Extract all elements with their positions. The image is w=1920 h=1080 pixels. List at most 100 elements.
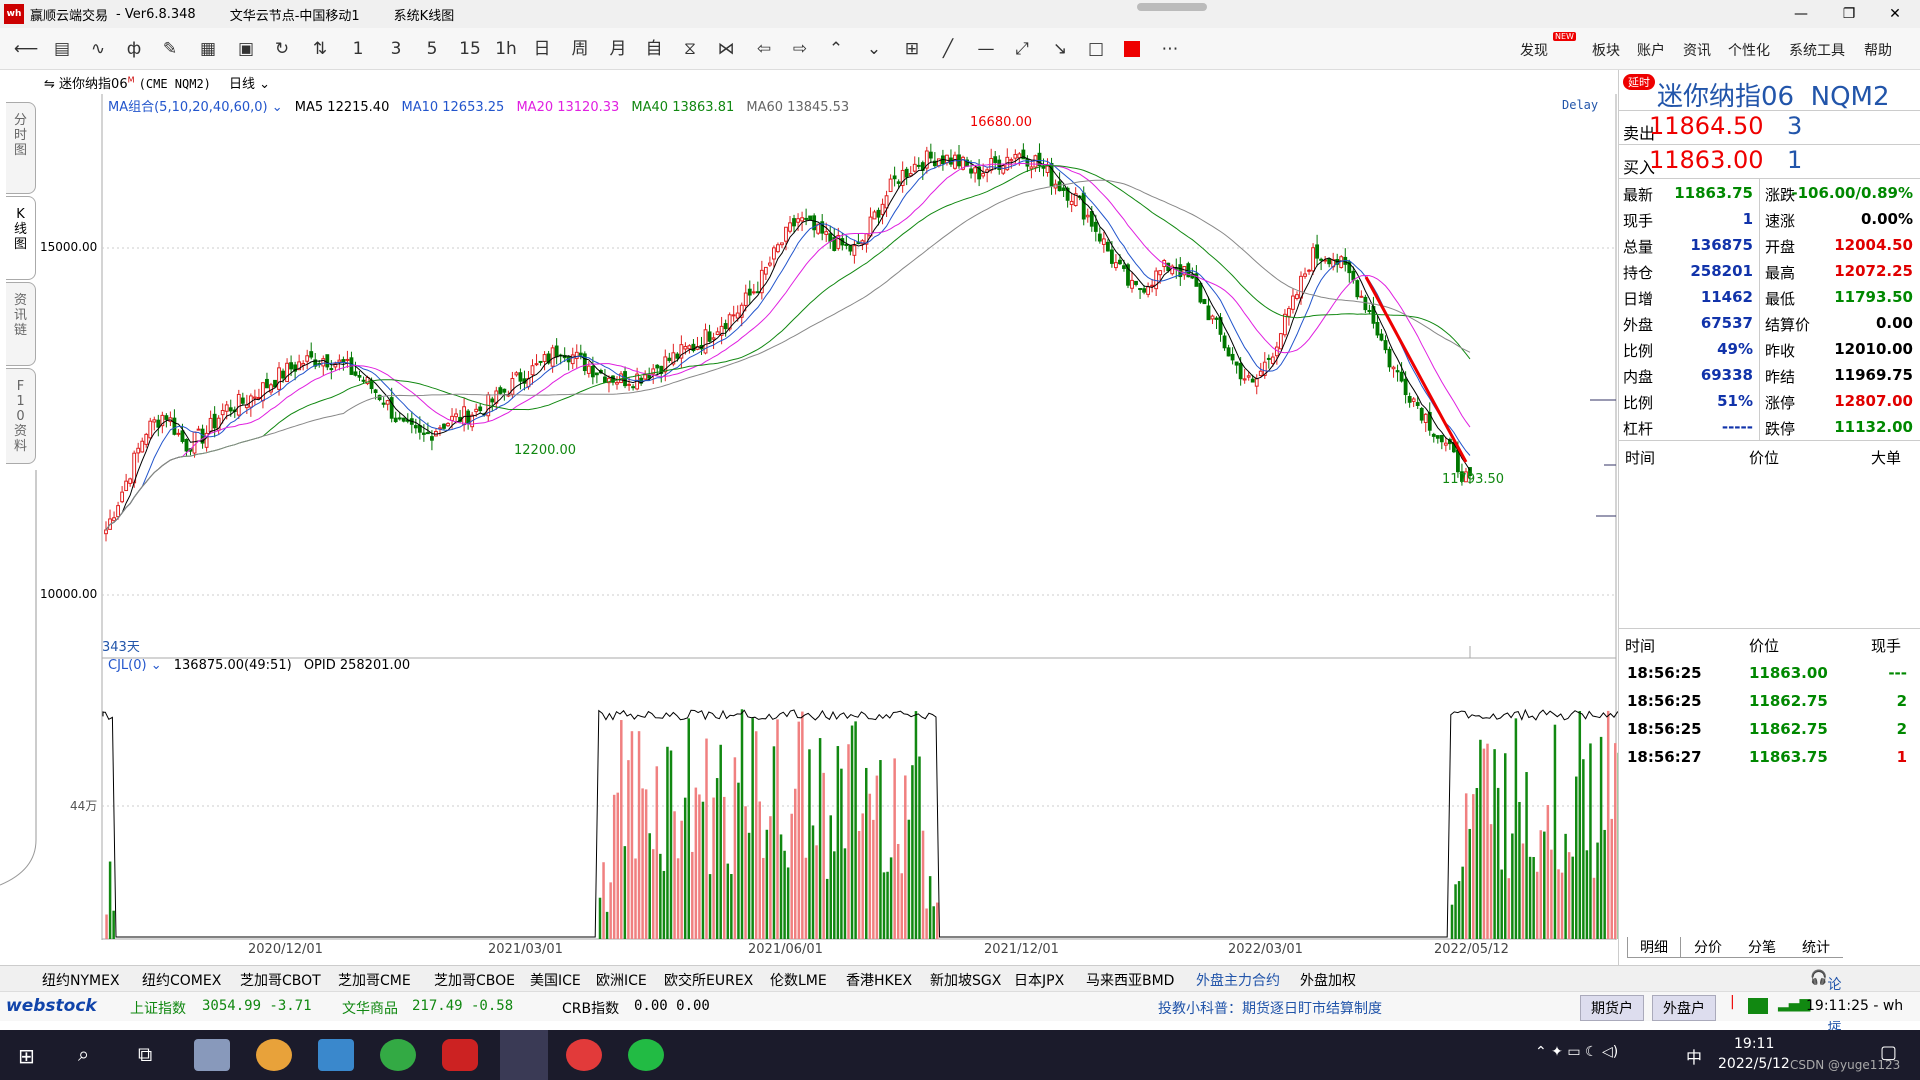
layout-icon[interactable]: ⊞: [898, 36, 926, 62]
exchange-tab[interactable]: 芝加哥CBOT: [240, 970, 321, 990]
arrow-right-icon[interactable]: ⇨: [786, 36, 814, 62]
exchange-tab[interactable]: 欧交所EUREX: [664, 970, 753, 990]
exchange-tab[interactable]: 新加坡SGX: [930, 970, 1001, 990]
arrow-left-icon[interactable]: ⇦: [750, 36, 778, 62]
exchange-tab[interactable]: 欧洲ICE: [596, 970, 647, 990]
kline-icon[interactable]: ф: [120, 36, 148, 62]
menu-account[interactable]: 账户: [1637, 40, 1665, 60]
futures-account-button[interactable]: 期货户: [1580, 995, 1644, 1021]
trend-line[interactable]: [1364, 276, 1468, 463]
period-3[interactable]: 3: [382, 36, 410, 62]
zoom-in-icon[interactable]: ⧖: [676, 36, 704, 62]
close-button[interactable]: ✕: [1872, 0, 1918, 28]
save-icon[interactable]: ▣: [232, 36, 260, 62]
app-icon-red[interactable]: [442, 1039, 478, 1071]
taskbar-time[interactable]: 19:11: [1734, 1036, 1774, 1052]
exchange-tab[interactable]: 外盘加权: [1300, 970, 1356, 990]
tray-icons[interactable]: ⌃ ✦ ▭ ☾ ◁): [1535, 1044, 1618, 1060]
chrome-icon[interactable]: [256, 1039, 292, 1071]
menu-discover[interactable]: 发现: [1520, 40, 1548, 60]
menu-help[interactable]: 帮助: [1864, 40, 1892, 60]
candle-body: [1423, 413, 1428, 423]
explorer-icon[interactable]: [318, 1039, 354, 1071]
segment-icon[interactable]: ⤢: [1008, 36, 1036, 62]
buy-price[interactable]: 11863.00: [1649, 146, 1764, 174]
app-icon-chart[interactable]: [566, 1039, 602, 1071]
exchange-tab[interactable]: 芝加哥CME: [338, 970, 411, 990]
app-icon-green[interactable]: [380, 1039, 416, 1071]
tick-row[interactable]: 18:56:25 11862.75 2: [1619, 716, 1920, 744]
search-icon[interactable]: ⌕: [78, 1042, 89, 1066]
notification-icon[interactable]: ▢: [1880, 1042, 1897, 1063]
quote-row-label: 昨收: [1765, 342, 1796, 360]
exchange-tab[interactable]: 美国ICE: [530, 970, 581, 990]
wh6-active-app[interactable]: [500, 1030, 548, 1080]
tip-text[interactable]: 投教小科普：期货逐日盯市结算制度: [1158, 998, 1382, 1018]
calc-icon[interactable]: ▦: [194, 36, 222, 62]
menu-sector[interactable]: 板块: [1592, 40, 1620, 60]
period-15[interactable]: 15: [456, 36, 484, 62]
period-day[interactable]: 日: [528, 36, 556, 62]
exchange-tab[interactable]: 芝加哥CBOE: [434, 970, 515, 990]
candle-body: [1351, 270, 1356, 281]
arrow-down-icon[interactable]: ⌄: [860, 36, 888, 62]
period-1h[interactable]: 1h: [492, 36, 520, 62]
candle-body: [1242, 378, 1247, 381]
arrow-up-icon[interactable]: ⌃: [822, 36, 850, 62]
exchange-tab[interactable]: 香港HKEX: [846, 970, 912, 990]
menu-news[interactable]: 资讯: [1683, 40, 1711, 60]
foreign-account-button[interactable]: 外盘户: [1652, 995, 1716, 1021]
compare-icon[interactable]: ⇅: [306, 36, 334, 62]
exchange-tab[interactable]: 外盘主力合约: [1196, 970, 1280, 990]
menu-tools[interactable]: 系统工具: [1789, 40, 1845, 60]
tick-row[interactable]: 18:56:27 11863.75 1: [1619, 744, 1920, 772]
refresh-icon[interactable]: ↻: [268, 36, 296, 62]
exchange-tab[interactable]: 纽约COMEX: [142, 970, 221, 990]
period-week[interactable]: 周: [566, 36, 594, 62]
exchange-tab[interactable]: 纽约NYMEX: [42, 970, 120, 990]
exchange-tab[interactable]: 伦数LME: [770, 970, 827, 990]
quote-row-left: 杠杆 -----: [1619, 414, 1759, 440]
minimize-button[interactable]: —: [1778, 0, 1824, 28]
vol-indicator-select[interactable]: CJL(0) ⌄: [108, 658, 162, 673]
sell-price[interactable]: 11864.50: [1649, 112, 1764, 140]
period-month[interactable]: 月: [604, 36, 632, 62]
back-icon[interactable]: ⟵: [12, 36, 40, 62]
color-icon[interactable]: [1118, 36, 1146, 62]
ma-group-select[interactable]: MA组合(5,10,20,40,60,0) ⌄: [108, 100, 283, 115]
start-icon[interactable]: ⊞: [18, 1044, 35, 1068]
tab-tick[interactable]: 分笔: [1735, 937, 1789, 958]
menu-personalize[interactable]: 个性化: [1728, 40, 1770, 60]
exchange-tab[interactable]: 日本JPX: [1014, 970, 1064, 990]
chart-area[interactable]: ⇋ 迷你纳指06M (CME NQM2) 日线 ⌄ 分时图 K线图 资讯链 F1…: [0, 70, 1618, 965]
taskview-icon[interactable]: ⧉: [138, 1042, 152, 1066]
tab-stats[interactable]: 统计: [1789, 937, 1843, 958]
wechat-icon[interactable]: [628, 1039, 664, 1071]
tick-row[interactable]: 18:56:25 11862.75 2: [1619, 688, 1920, 716]
drag-handle[interactable]: [1137, 3, 1207, 11]
forum-link[interactable]: 🎧 论坛提问: [1810, 970, 1841, 1053]
line-chart-icon[interactable]: ∿: [84, 36, 112, 62]
exchange-tab[interactable]: 马来西亚BMD: [1086, 970, 1174, 990]
hline-icon[interactable]: —: [972, 36, 1000, 62]
period-5[interactable]: 5: [418, 36, 446, 62]
restore-button[interactable]: ❐: [1826, 0, 1872, 28]
list-icon[interactable]: ▤: [48, 36, 76, 62]
tab-detail[interactable]: 明细: [1627, 937, 1681, 958]
ime-indicator[interactable]: 中: [1686, 1044, 1702, 1068]
taskbar-date[interactable]: 2022/5/12: [1718, 1056, 1790, 1072]
rect-icon[interactable]: □: [1082, 36, 1110, 62]
draw-icon[interactable]: ✎: [156, 36, 184, 62]
tick-row[interactable]: 18:56:25 11863.00 ---: [1619, 660, 1920, 688]
period-custom[interactable]: 自: [640, 36, 668, 62]
idx2-name[interactable]: 文华商品: [342, 998, 398, 1018]
more-icon[interactable]: ⋯: [1156, 36, 1184, 62]
idx3-name[interactable]: CRB指数: [562, 998, 619, 1018]
zoom-out-icon[interactable]: ⋈: [712, 36, 740, 62]
ray-icon[interactable]: ↘: [1046, 36, 1074, 62]
tab-price-dist[interactable]: 分价: [1681, 937, 1735, 958]
app-icon-1[interactable]: [194, 1039, 230, 1071]
period-1[interactable]: 1: [344, 36, 372, 62]
draw-line-icon[interactable]: ╱: [934, 36, 962, 62]
idx1-name[interactable]: 上证指数: [130, 998, 186, 1018]
